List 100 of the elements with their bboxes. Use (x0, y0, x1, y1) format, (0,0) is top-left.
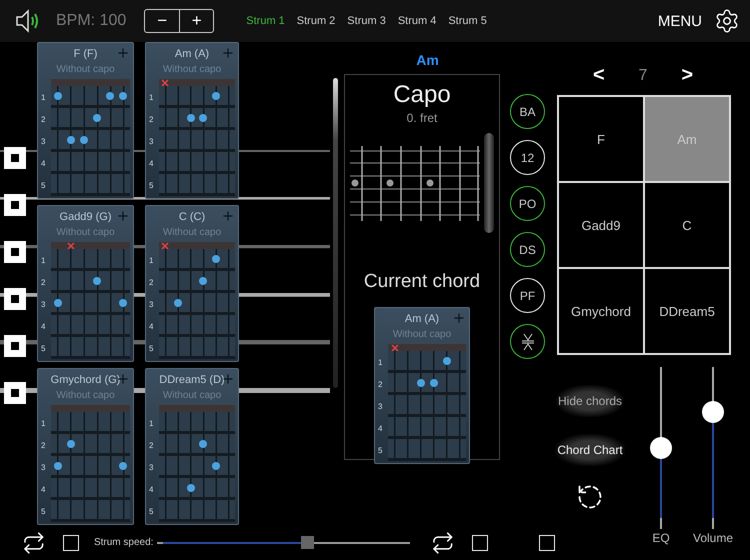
chord-title: DDream5 (D) (159, 374, 225, 386)
finger-dot (119, 298, 128, 306)
fret-number: 3 (41, 462, 46, 472)
stepper-button[interactable]: − (145, 10, 180, 32)
fret-number: 5 (149, 506, 154, 516)
chord-title: Am (A) (174, 48, 210, 60)
finger-dot (93, 114, 102, 122)
fret-number: 4 (149, 322, 154, 330)
finger-dot (119, 92, 128, 100)
chord-pad[interactable]: DDream5 (644, 268, 730, 354)
capo-note: Without capo (392, 329, 452, 340)
chord-title: F (F) (74, 48, 98, 60)
muted-string-icon (390, 344, 398, 352)
chord-title: Am (A) (404, 313, 440, 325)
finger-dot (212, 254, 220, 262)
slider-thumb[interactable] (650, 437, 672, 459)
slider-label: Volume (692, 531, 734, 545)
string-marker-icon[interactable] (4, 382, 26, 404)
hide-chords-button[interactable]: Hide chords (556, 385, 624, 417)
mode-button[interactable]: BA (510, 94, 545, 129)
fret-number: 2 (149, 114, 154, 124)
strum-tab[interactable]: Strum 2 (296, 15, 336, 27)
capo-fret-label: 0. fret (406, 111, 438, 125)
string-marker-icon[interactable] (4, 194, 26, 216)
fret-number: 1 (149, 418, 154, 428)
chord-pad[interactable]: F (558, 96, 644, 182)
next-page-button[interactable]: > (681, 64, 693, 87)
chord-chart-button[interactable]: Chord Chart (555, 434, 625, 466)
mode-button[interactable]: DS (510, 232, 545, 267)
mode-button[interactable]: 12 (510, 140, 545, 175)
chord-card[interactable]: Gmychord (G) Without capo 1 2 3 4 5 (37, 368, 134, 525)
page-number: 7 (638, 66, 648, 84)
strum-tab[interactable]: Strum 1 (246, 15, 285, 27)
finger-dot (186, 114, 195, 122)
fret-number: 1 (149, 92, 154, 102)
chord-card[interactable]: Gadd9 (G) Without capo 1 2 3 4 5 (37, 205, 134, 362)
vertical-scroll-track[interactable] (333, 78, 338, 388)
chord-pad[interactable]: C (644, 182, 730, 268)
fret-number: 3 (41, 136, 46, 146)
bpm-label: BPM: 100 (56, 12, 126, 30)
slider-label: EQ (652, 531, 670, 545)
loop-icon[interactable] (431, 530, 455, 554)
finger-dot (199, 276, 208, 284)
checkbox[interactable] (539, 534, 555, 550)
chord-card[interactable]: DDream5 (D) Without capo 1 2 3 4 5 (145, 368, 239, 525)
chord-title: Gadd9 (G) (60, 211, 112, 223)
chord-title: C (C) (178, 211, 206, 223)
chord-card[interactable]: Am (A) Without capo 1 2 3 4 5 (374, 307, 470, 464)
loop-icon[interactable] (22, 530, 46, 554)
string-marker-icon[interactable] (4, 335, 26, 357)
fret-number: 4 (41, 322, 46, 330)
capo-fretboard-drawing[interactable] (350, 146, 480, 220)
fret-number: 2 (41, 278, 46, 286)
fret-number: 5 (41, 344, 46, 352)
mode-button[interactable]: PF (510, 278, 545, 313)
strum-tab[interactable]: Strum 3 (347, 15, 386, 27)
capo-title: Capo (393, 81, 451, 109)
strum-tab[interactable]: Strum 5 (448, 15, 487, 27)
string-marker-icon[interactable] (4, 288, 26, 310)
finger-dot (186, 484, 195, 492)
strum-direction-button[interactable] (510, 324, 545, 359)
string-marker-icon[interactable] (4, 241, 26, 263)
muted-string-icon (161, 242, 170, 250)
finger-dot (106, 92, 114, 100)
capo-note: Without capo (162, 64, 222, 75)
finger-dot (430, 378, 438, 386)
mode-button[interactable]: PO (510, 186, 545, 221)
chord-card[interactable]: C (C) Without capo 1 2 3 4 5 (145, 205, 239, 362)
finger-dot (416, 378, 424, 386)
fret-number: 3 (41, 300, 46, 308)
finger-dot (66, 136, 75, 144)
finger-dot (80, 136, 88, 144)
chord-card[interactable]: Am (A) Without capo 1 2 3 4 5 (145, 42, 239, 199)
reset-icon[interactable] (576, 483, 604, 511)
slider-thumb[interactable] (702, 400, 724, 423)
checkbox[interactable] (63, 534, 79, 550)
fret-number: 5 (378, 446, 384, 454)
capo-scroll-thumb[interactable] (484, 133, 494, 233)
strum-speed-label: Strum speed: (94, 537, 154, 548)
finger-dot (93, 276, 102, 284)
finger-dot (54, 92, 62, 100)
stepper-button[interactable]: + (179, 10, 214, 32)
strum-tab[interactable]: Strum 4 (398, 15, 436, 27)
fret-number: 5 (41, 506, 46, 516)
fret-number: 1 (41, 418, 46, 428)
chord-pad[interactable]: Gmychord (558, 268, 644, 354)
checkbox[interactable] (472, 534, 488, 550)
settings-icon[interactable] (714, 8, 740, 34)
menu-button[interactable]: MENU (658, 12, 702, 30)
finger-dot (199, 440, 208, 448)
slider-thumb[interactable] (301, 536, 314, 549)
finger-dot (199, 114, 208, 122)
muted-string-icon (161, 79, 170, 87)
previous-page-button[interactable]: < (593, 64, 605, 87)
capo-note: Without capo (56, 390, 115, 401)
chord-card[interactable]: F (F) Without capo 1 2 3 4 5 (37, 42, 134, 199)
current-chord-heading: Current chord (364, 271, 480, 293)
chord-title: Gmychord (G) (50, 374, 120, 386)
chord-pad[interactable]: Gadd9 (558, 182, 644, 268)
string-marker-icon[interactable] (4, 147, 26, 169)
